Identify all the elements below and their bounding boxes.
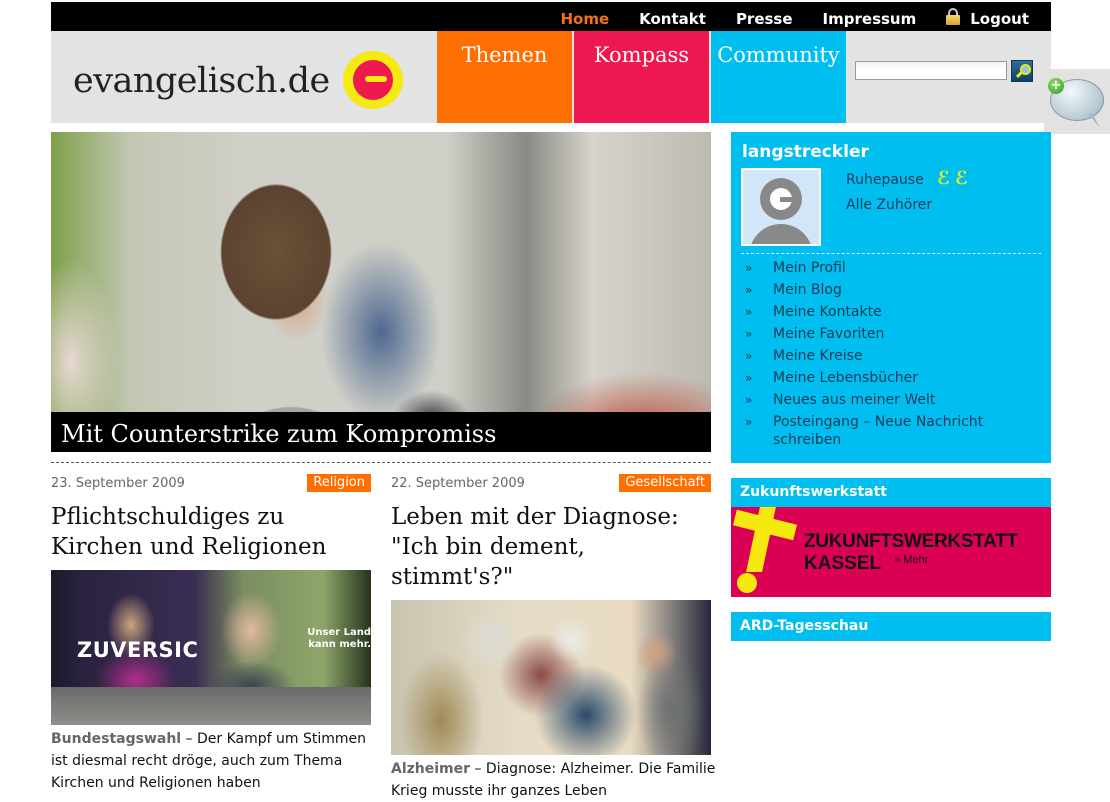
ear-muted-icon[interactable]: ℰ: [955, 168, 968, 189]
avatar[interactable]: [741, 168, 821, 246]
top-bar: Home Kontakt Presse Impressum Logout: [51, 2, 1051, 31]
lock-icon: [946, 8, 961, 25]
bullet-icon: »: [745, 371, 753, 385]
menu-item-profil[interactable]: » Mein Profil: [745, 259, 1035, 277]
username[interactable]: langstreckler: [742, 142, 869, 162]
tab-themen[interactable]: Themen: [437, 31, 572, 123]
bullet-icon: »: [745, 393, 753, 407]
bullet-icon: »: [745, 261, 753, 275]
search-input[interactable]: [855, 61, 1007, 80]
top-nav: Home Kontakt Presse Impressum Logout: [560, 8, 1029, 28]
article-teaser: Alzheimer – Diagnose: Alzheimer. Die Fam…: [391, 758, 716, 802]
article-image[interactable]: [391, 600, 711, 755]
bullet-icon: »: [745, 283, 753, 297]
menu-item-neues[interactable]: » Neues aus meiner Welt: [745, 391, 1035, 409]
menu-item-blog[interactable]: » Mein Blog: [745, 281, 1035, 299]
article-title[interactable]: Leben mit der Diagnose: "Ich bin dement,…: [391, 502, 711, 592]
menu-item-posteingang[interactable]: » Posteingang – Neue Nachricht schreiben: [745, 413, 1035, 449]
hero-caption[interactable]: Mit Counterstrike zum Kompromiss: [51, 412, 711, 452]
ear-icon[interactable]: ℰ: [937, 168, 950, 189]
hero-image[interactable]: [51, 132, 711, 452]
menu-item-lebensbuecher[interactable]: » Meine Lebensbücher: [745, 369, 1035, 387]
nav-presse[interactable]: Presse: [736, 10, 793, 28]
article-kicker[interactable]: Bundestagswahl: [51, 731, 181, 747]
search-button[interactable]: [1011, 60, 1033, 82]
bullet-icon: »: [745, 327, 753, 341]
more-link[interactable]: » Mehr: [894, 554, 928, 566]
article-teaser: Bundestagswahl – Der Kampf um Stimmen is…: [51, 728, 376, 794]
menu-item-favoriten[interactable]: » Meine Favoriten: [745, 325, 1035, 343]
nav-kontakt[interactable]: Kontakt: [639, 10, 706, 28]
logo-e-icon[interactable]: [343, 51, 403, 109]
nav-home[interactable]: Home: [560, 10, 609, 28]
category-badge[interactable]: Gesellschaft: [619, 474, 711, 492]
divider: [51, 462, 711, 463]
chat-widget[interactable]: +: [1044, 69, 1110, 134]
category-badge[interactable]: Religion: [307, 474, 371, 492]
bullet-icon: »: [745, 349, 753, 363]
listeners-link[interactable]: Alle Zuhörer: [846, 197, 932, 213]
nav-impressum[interactable]: Impressum: [823, 10, 917, 28]
article-kicker[interactable]: Alzheimer: [391, 761, 470, 777]
plus-icon: +: [1048, 78, 1064, 94]
ard-tagesschau-heading[interactable]: ARD-Tagesschau: [731, 612, 1051, 641]
logout-label: Logout: [970, 10, 1029, 28]
user-panel: langstreckler Ruhepause ℰ ℰ Alle Zuhörer…: [731, 132, 1051, 463]
article-date: 22. September 2009: [391, 476, 525, 491]
poster-text: ZUVERSIC: [77, 638, 199, 662]
menu-item-kreise[interactable]: » Meine Kreise: [745, 347, 1035, 365]
menu-item-kontakte[interactable]: » Meine Kontakte: [745, 303, 1035, 321]
zukunftswerkstatt-heading: Zukunftswerkstatt: [731, 478, 1051, 507]
bullet-icon: »: [745, 415, 753, 429]
banner-title: ZUKUNFTSWERKSTATT: [804, 531, 1018, 552]
user-menu: » Mein Profil » Mein Blog » Meine Kontakte …: [745, 259, 1035, 453]
site-logo-text[interactable]: evangelisch.de: [73, 61, 330, 101]
divider: [741, 253, 1041, 254]
poster-slogan: Unser Land kann mehr.: [307, 627, 371, 650]
status-text[interactable]: Ruhepause: [846, 172, 924, 188]
logout-link[interactable]: Logout: [946, 8, 1029, 28]
banner-subtitle: KASSEL: [804, 553, 882, 574]
zukunftswerkstatt-banner[interactable]: ZUKUNFTSWERKSTATT KASSEL » Mehr: [731, 507, 1051, 597]
article-date: 23. September 2009: [51, 476, 185, 491]
article-image[interactable]: ZUVERSIC Unser Land kann mehr.: [51, 570, 371, 725]
tab-community[interactable]: Community: [711, 31, 846, 123]
bullet-icon: »: [745, 305, 753, 319]
tab-kompass[interactable]: Kompass: [574, 31, 709, 123]
article-title[interactable]: Pflichtschuldiges zu Kirchen und Religio…: [51, 502, 371, 562]
